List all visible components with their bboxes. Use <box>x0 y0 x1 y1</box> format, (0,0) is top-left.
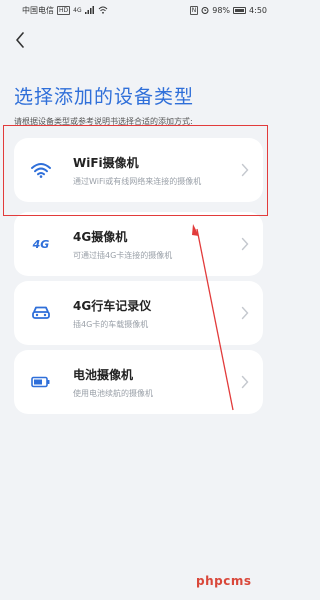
page-title: 选择添加的设备类型 <box>14 86 195 108</box>
device-description: 使用电池续航的摄像机 <box>73 389 153 398</box>
nfc-icon: N <box>189 5 199 15</box>
device-type-4g-camera[interactable]: 4G 4G摄像机 可通过插4G卡连接的摄像机 <box>14 212 263 276</box>
status-right: N 98% 4:50 <box>189 5 267 15</box>
4g-icon-label: 4G <box>32 237 50 251</box>
clock-time: 4:50 <box>249 5 267 15</box>
device-title: 4G摄像机 <box>73 230 128 244</box>
wifi-status-icon <box>98 6 107 14</box>
device-type-wifi-camera[interactable]: WiFi摄像机 通过WiFi或有线网络来连接的摄像机 <box>14 138 263 202</box>
signal-icon <box>84 6 94 14</box>
device-description: 插4G卡的车载摄像机 <box>73 320 149 329</box>
device-title: 电池摄像机 <box>73 368 134 382</box>
device-type-4g-dashcam[interactable]: 4G行车记录仪 插4G卡的车载摄像机 <box>14 281 263 345</box>
4g-icon: 4G <box>30 234 52 254</box>
page-subtitle: 请根据设备类型或参考说明书选择合适的添加方式: <box>14 117 193 126</box>
hd-badge: HD <box>57 5 71 15</box>
chevron-right-icon <box>241 237 249 251</box>
status-bar: 中国电信 HD 4G N 98% 4:50 <box>0 0 277 20</box>
chevron-right-icon <box>241 306 249 320</box>
device-title: 4G行车记录仪 <box>73 299 152 313</box>
battery-status-icon <box>233 6 247 14</box>
battery-percent: 98% <box>212 5 231 15</box>
device-description: 可通过插4G卡连接的摄像机 <box>73 251 173 260</box>
alarm-icon <box>201 7 209 14</box>
watermark: phpcms <box>196 574 252 588</box>
wifi-icon <box>30 160 52 180</box>
chevron-left-icon <box>16 32 24 48</box>
device-title: WiFi摄像机 <box>73 156 139 170</box>
device-description: 通过WiFi或有线网络来连接的摄像机 <box>73 177 202 186</box>
status-left: 中国电信 HD 4G <box>22 5 108 16</box>
carrier-label: 中国电信 <box>22 5 54 15</box>
chevron-right-icon <box>241 163 249 177</box>
back-button[interactable] <box>10 30 30 50</box>
device-type-battery-camera[interactable]: 电池摄像机 使用电池续航的摄像机 <box>14 350 263 414</box>
network-label: 4G <box>73 6 82 14</box>
battery-icon <box>30 372 52 392</box>
chevron-right-icon <box>241 375 249 389</box>
car-icon <box>30 303 52 323</box>
